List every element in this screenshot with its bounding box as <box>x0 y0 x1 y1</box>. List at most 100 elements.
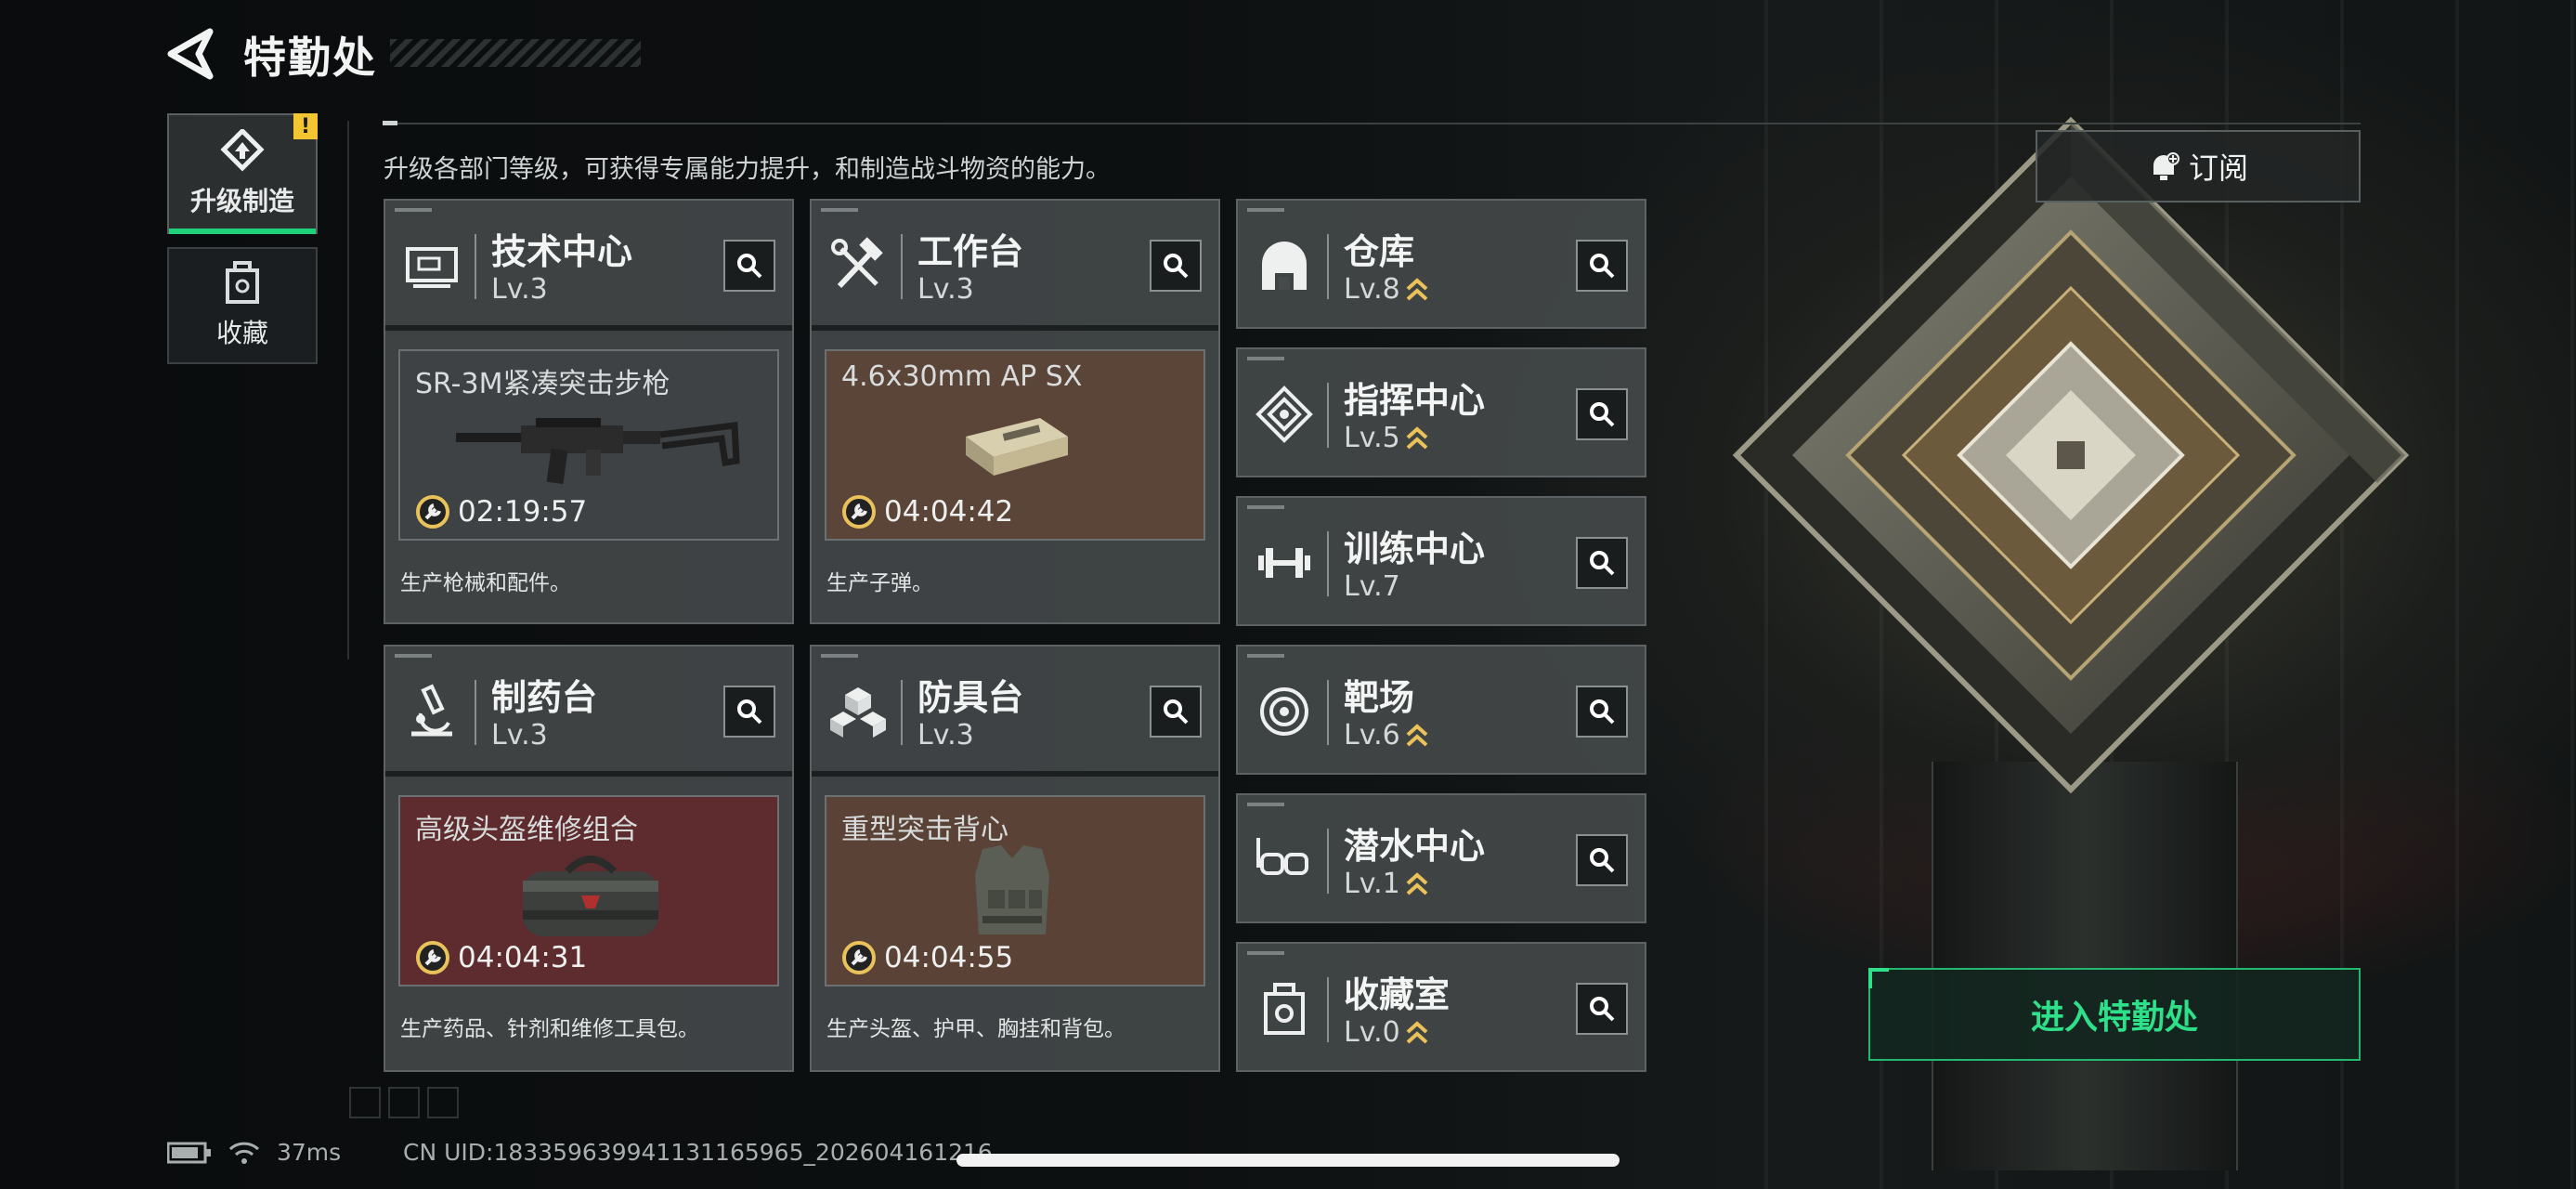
separator <box>1327 680 1329 745</box>
alert-badge: ! <box>293 113 318 139</box>
dept-card-workbench[interactable]: 工作台 Lv.3 4.6x30mm AP SX 04:04:42 生产子弹。 <box>810 199 1220 624</box>
search-button[interactable] <box>1150 686 1202 738</box>
home-indicator[interactable] <box>956 1154 1620 1167</box>
dept-name: 收藏室 <box>1344 974 1451 1015</box>
repair-kit-bag-image <box>523 856 658 936</box>
search-button[interactable] <box>1576 537 1628 589</box>
assault-vest-image <box>975 845 1049 934</box>
search-button[interactable] <box>1576 983 1628 1035</box>
upgrade-diamond-icon <box>220 129 265 172</box>
search-icon <box>1590 848 1615 873</box>
separator <box>1327 829 1329 894</box>
card-header: 工作台 Lv.3 <box>812 201 1218 331</box>
dept-level: Lv.8 <box>1344 273 1428 306</box>
search-icon <box>1590 402 1615 427</box>
production-timer: 02:19:57 <box>415 494 587 529</box>
uid-text: CN UID:18335963994113116596​5_2026041612… <box>403 1139 993 1166</box>
production-timer: 04:04:42 <box>841 494 1013 529</box>
tab-upgrade-craft[interactable]: 升级制造 ! <box>167 113 318 234</box>
tech-center-icon <box>406 247 458 288</box>
divider <box>383 123 2361 124</box>
microscope-icon <box>411 684 452 737</box>
dept-description: 生产药品、针剂和维修工具包。 <box>400 1017 699 1041</box>
dept-level: Lv.3 <box>917 719 974 751</box>
search-button[interactable] <box>1576 240 1628 292</box>
target-icon <box>1260 687 1308 736</box>
collection-bin-icon <box>226 261 259 304</box>
page-title: 特勤处 <box>243 33 377 83</box>
dept-level: Lv.5 <box>1344 422 1428 454</box>
dept-card-tech-center[interactable]: 技术中心 Lv.3 SR-3M紧凑突击步枪 02:19:57 生产枪械和配件。 <box>384 199 794 624</box>
dept-card-armor-bench[interactable]: 防具台 Lv.3 重型突击背心 04:04:55 生产头盔、护甲、胸挂和背包。 <box>810 645 1220 1072</box>
dept-card-command-center[interactable]: 指挥中心 Lv.5 <box>1236 347 1646 477</box>
separator <box>475 234 476 299</box>
search-icon <box>737 254 762 279</box>
production-slot[interactable]: 重型突击背心 04:04:55 <box>825 795 1205 986</box>
product-name: 高级头盔维修组合 <box>415 814 638 846</box>
wifi-icon <box>228 1142 260 1164</box>
dept-card-diving-center[interactable]: 潜水中心 Lv.1 <box>1236 793 1646 923</box>
wrench-timer-icon <box>842 495 876 529</box>
level-text: Lv.3 <box>917 273 974 306</box>
level-up-arrow-icon <box>1406 1020 1428 1043</box>
side-divider <box>347 121 349 660</box>
dept-name: 工作台 <box>917 231 1024 272</box>
dept-description: 生产头盔、护甲、胸挂和背包。 <box>826 1017 1125 1041</box>
battery-icon <box>167 1142 211 1163</box>
dept-card-training-center[interactable]: 训练中心 Lv.7 <box>1236 496 1646 626</box>
dept-card-collection-room[interactable]: 收藏室 Lv.0 <box>1236 942 1646 1072</box>
production-slot[interactable]: SR-3M紧凑突击步枪 02:19:57 <box>398 349 779 541</box>
back-arrow-icon[interactable] <box>167 28 215 80</box>
search-icon <box>737 699 762 725</box>
search-button[interactable] <box>1150 240 1202 292</box>
tab-label: 升级制造 <box>189 186 294 216</box>
tab-collection[interactable]: 收藏 <box>167 247 318 364</box>
production-slot[interactable]: 高级头盔维修组合 04:04:31 <box>398 795 779 986</box>
dept-name: 靶场 <box>1344 677 1415 718</box>
enter-hideout-button[interactable]: 进入特勤处 <box>1868 968 2361 1061</box>
level-text: Lv.3 <box>491 273 548 306</box>
card-tag <box>1247 357 1284 360</box>
search-button[interactable] <box>1576 388 1628 440</box>
timer-text: 02:19:57 <box>458 495 588 529</box>
separator <box>1327 383 1329 448</box>
search-button[interactable] <box>723 240 775 292</box>
armor-cubes-icon <box>830 687 886 738</box>
dept-card-pharmacy[interactable]: 制药台 Lv.3 高级头盔维修组合 04:04:31 生产药品、针剂和维修工具包… <box>384 645 794 1072</box>
wrench-timer-icon <box>416 941 449 974</box>
search-button[interactable] <box>723 686 775 738</box>
level-text: Lv.0 <box>1344 1016 1400 1049</box>
card-tag <box>1247 208 1284 212</box>
production-timer: 04:04:31 <box>415 940 587 975</box>
status-bar: 37ms <box>167 1139 341 1166</box>
level-up-arrow-icon <box>1406 723 1428 746</box>
dept-name: 训练中心 <box>1344 529 1486 569</box>
search-icon <box>1164 254 1189 279</box>
production-timer: 04:04:55 <box>841 940 1013 975</box>
dept-name: 潜水中心 <box>1344 826 1486 867</box>
separator <box>901 680 903 745</box>
search-button[interactable] <box>1576 686 1628 738</box>
card-tag <box>1247 803 1284 806</box>
search-icon <box>1164 699 1189 725</box>
subscribe-button[interactable]: 订阅 <box>2036 130 2361 203</box>
level-text: Lv.3 <box>917 719 974 751</box>
bell-add-icon <box>2153 152 2179 180</box>
dept-description: 生产子弹。 <box>826 571 933 595</box>
card-header: 防具台 Lv.3 <box>812 647 1218 777</box>
dumbbell-icon <box>1258 548 1310 578</box>
search-icon <box>1590 699 1615 725</box>
diving-mask-icon <box>1256 838 1308 875</box>
dept-card-warehouse[interactable]: 仓库 Lv.8 <box>1236 199 1646 329</box>
dept-level: Lv.3 <box>491 273 548 306</box>
hideout-cube-illustration <box>1732 116 2410 794</box>
dept-level: Lv.0 <box>1344 1016 1428 1049</box>
dept-description: 生产枪械和配件。 <box>400 571 571 595</box>
level-text: Lv.5 <box>1344 422 1400 454</box>
card-tag <box>1247 505 1284 509</box>
production-slot[interactable]: 4.6x30mm AP SX 04:04:42 <box>825 349 1205 541</box>
tab-label: 收藏 <box>215 318 268 348</box>
search-button[interactable] <box>1576 834 1628 886</box>
dept-card-shooting-range[interactable]: 靶场 Lv.6 <box>1236 645 1646 775</box>
dept-name: 仓库 <box>1344 231 1415 272</box>
